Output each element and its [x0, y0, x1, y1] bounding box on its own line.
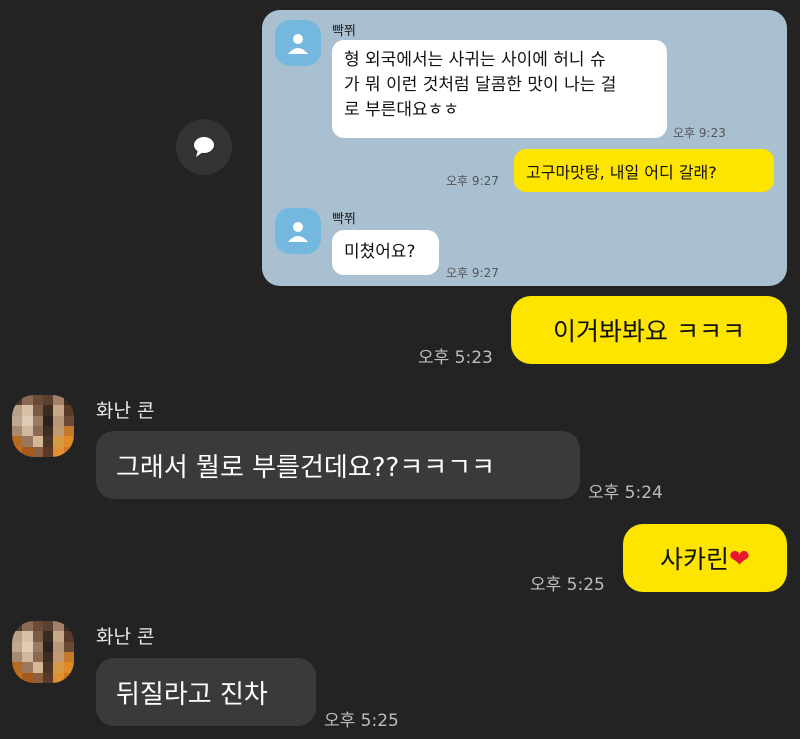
profile-avatar[interactable] [12, 621, 74, 683]
outgoing-message: 이거봐봐요 ㅋㅋㅋ [511, 296, 787, 364]
message-time: 오후 5:23 [418, 348, 493, 368]
message-time: 오후 5:25 [530, 575, 605, 595]
message-time: 오후 5:25 [324, 711, 399, 731]
sender-avatar-1 [275, 20, 321, 66]
message-time: 오후 5:24 [588, 483, 663, 503]
sender-name: 빡쮜 [332, 24, 356, 39]
message-time: 오후 9:23 [673, 126, 726, 140]
message-time: 오후 9:27 [446, 174, 499, 188]
message-time: 오후 9:27 [446, 266, 499, 280]
sender-name: 빡쮜 [332, 212, 356, 227]
message-line: 가 뭐 이런 것처럼 달콤한 맛이 나는 걸 [344, 75, 617, 95]
message-line: 로 부른대요ㅎㅎ [344, 100, 459, 120]
profile-avatar[interactable] [12, 395, 74, 457]
sender-name: 화난 콘 [96, 626, 155, 648]
person-icon [288, 34, 308, 54]
person-icon [288, 222, 308, 242]
speech-bubble-icon [194, 137, 214, 157]
sender-name: 화난 콘 [96, 400, 155, 422]
message-text: 사카린 [660, 545, 730, 574]
incoming-message-2: 미쳤어요? [332, 230, 439, 275]
sender-avatar-2 [275, 208, 321, 254]
heart-emoji: ❤ [729, 543, 750, 573]
incoming-message-1: 형 외국에서는 사귀는 사이에 허니 슈 가 뭐 이런 것처럼 달콤한 맛이 나… [332, 40, 667, 138]
outgoing-message: 고구마맛탕, 내일 어디 갈래? [514, 149, 774, 192]
incoming-message: 뒤질라고 진차 [96, 658, 316, 726]
incoming-message: 그래서 뭘로 부를건데요??ㅋㅋㄱㅋ [96, 431, 580, 499]
message-line: 형 외국에서는 사귀는 사이에 허니 슈 [344, 50, 606, 70]
outgoing-message: 사카린 ❤ [623, 524, 787, 592]
share-button[interactable] [176, 119, 232, 175]
shared-screenshot[interactable]: 빡쮜 형 외국에서는 사귀는 사이에 허니 슈 가 뭐 이런 것처럼 달콤한 맛… [262, 10, 787, 286]
